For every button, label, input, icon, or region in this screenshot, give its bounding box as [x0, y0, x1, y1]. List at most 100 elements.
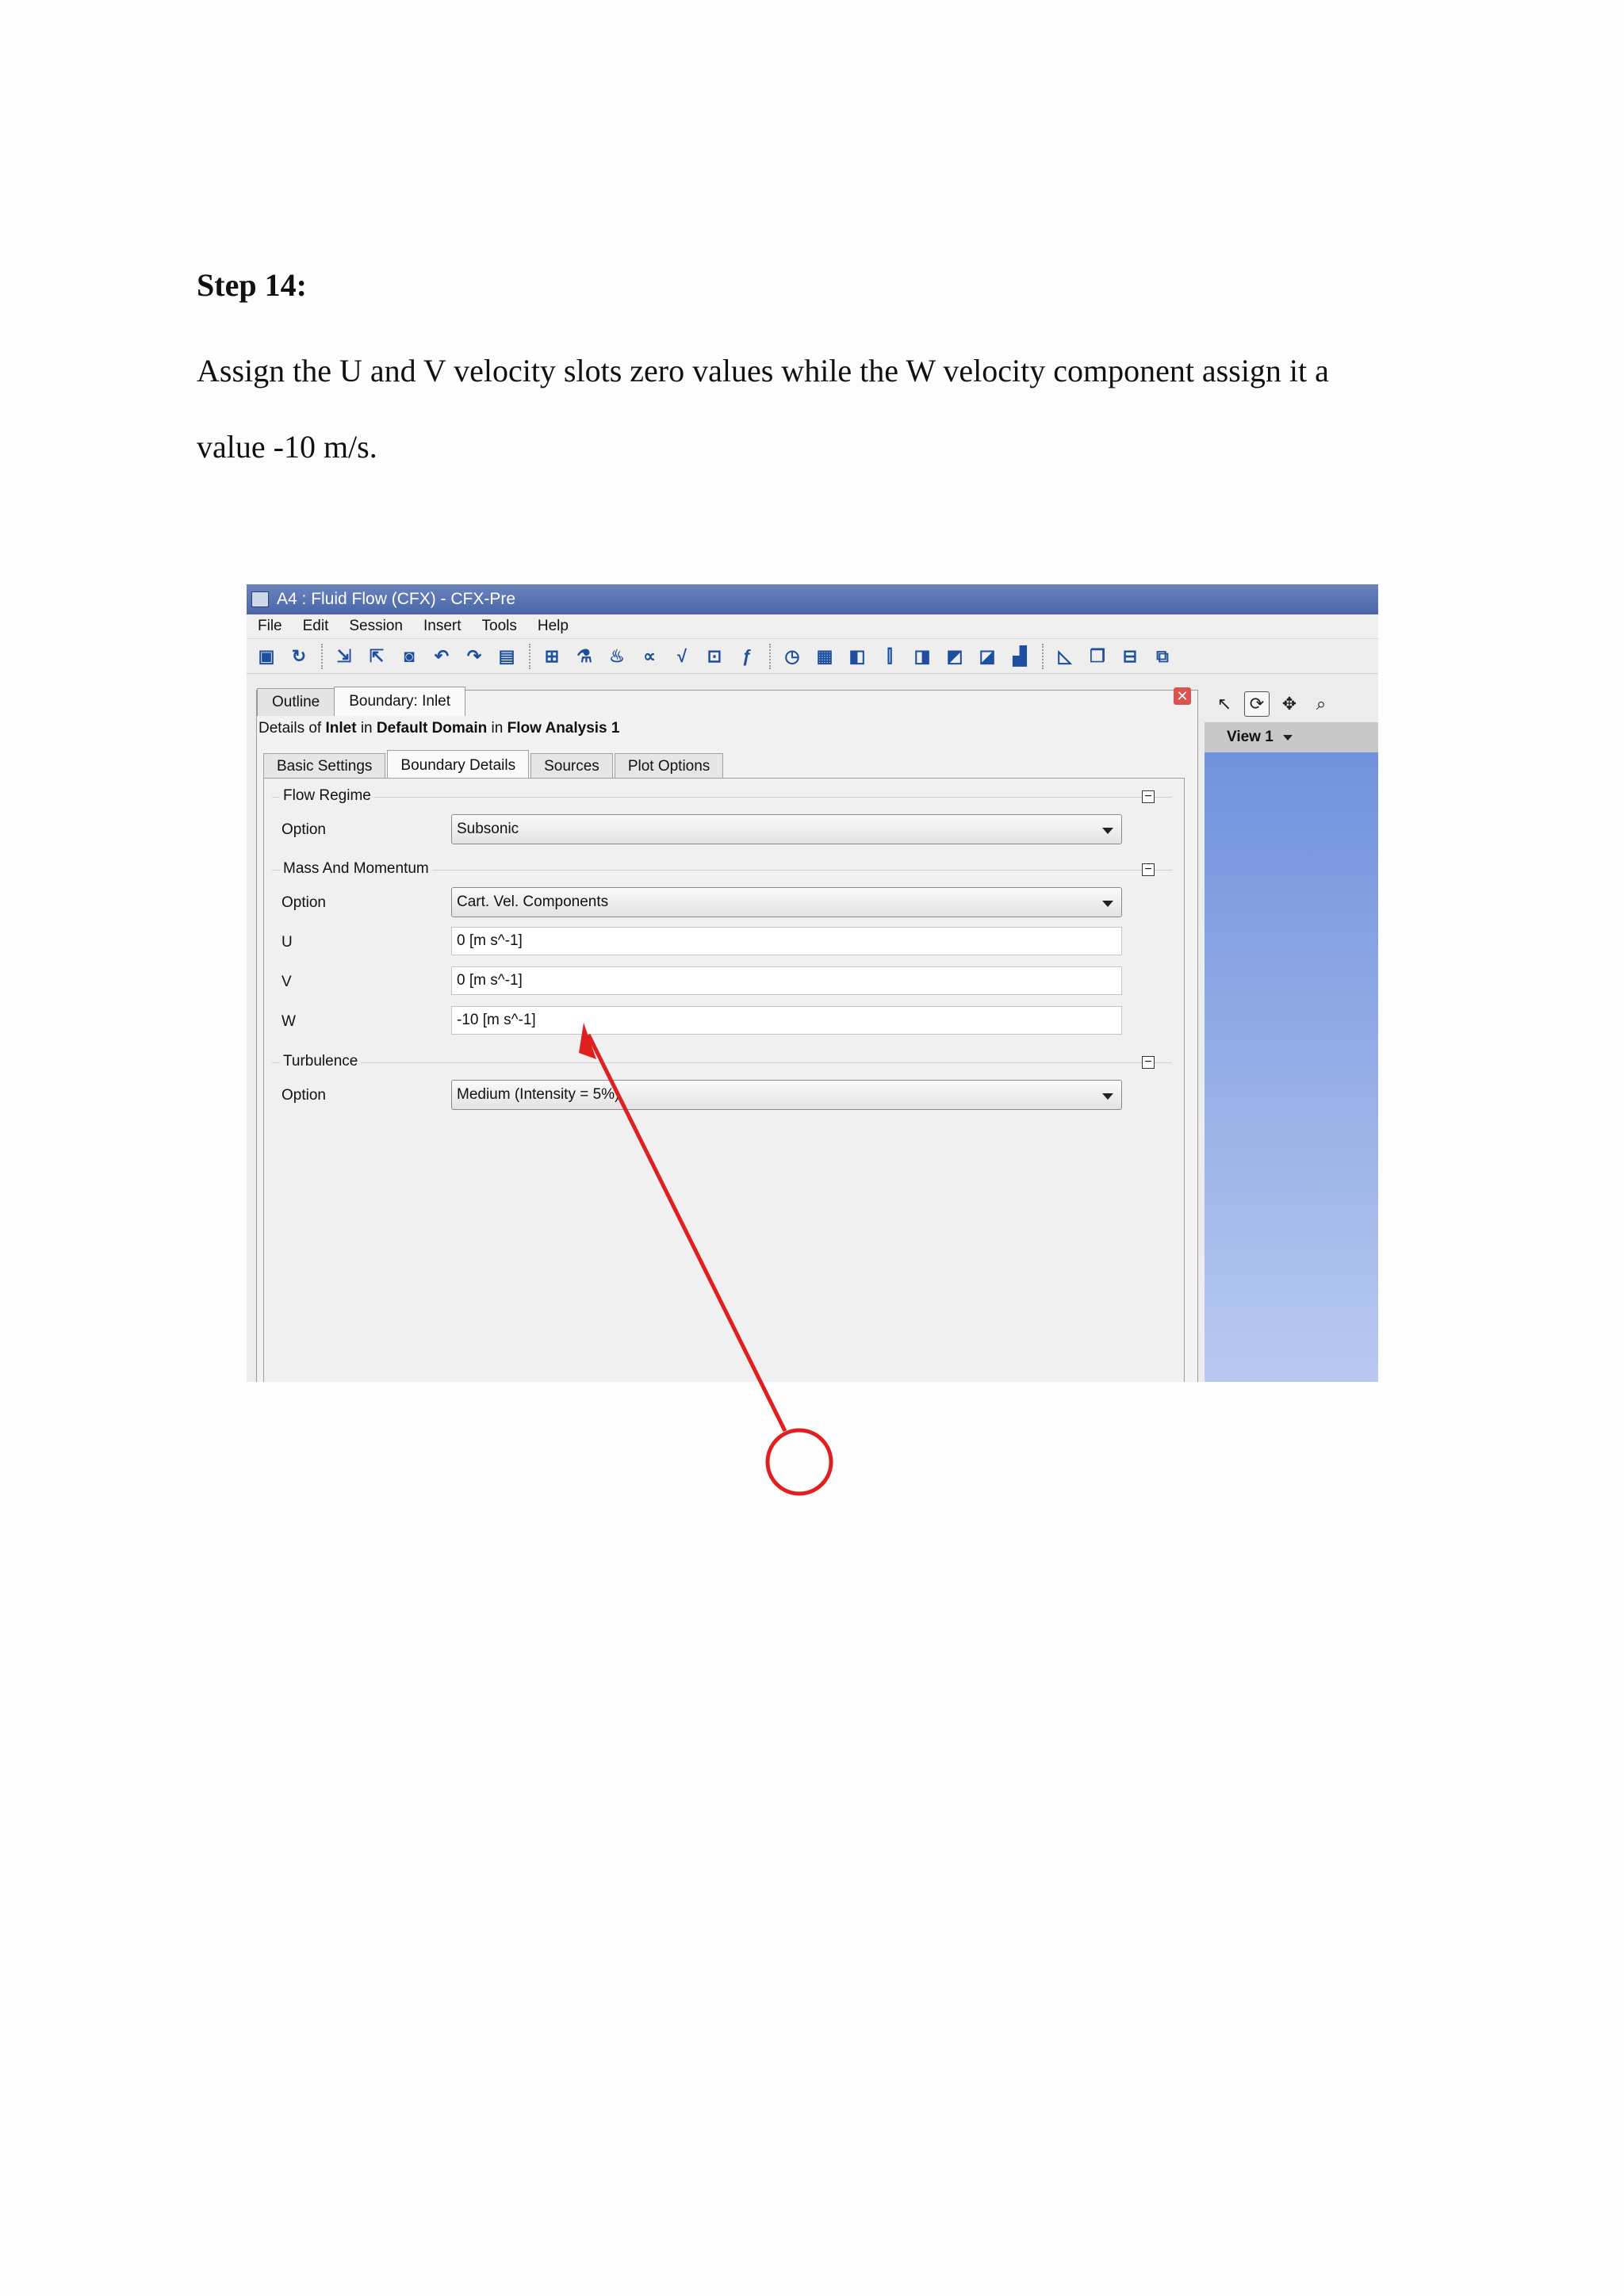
window-icon[interactable]: ❐ — [1086, 645, 1109, 668]
details-domain: Default Domain — [376, 720, 488, 737]
mass-momentum-group: Mass And Momentum − Option Cart. Vel. Co… — [272, 860, 1172, 1037]
turbulence-option-value: Medium (Intensity = 5%) — [457, 1086, 620, 1103]
v-velocity-label: V — [282, 974, 292, 990]
v-velocity-field[interactable]: 0 [m s^-1] — [451, 966, 1122, 995]
box3-icon[interactable]: ◩ — [943, 645, 967, 668]
undo-icon[interactable]: ↶ — [430, 645, 454, 668]
box4-icon[interactable]: ◪ — [975, 645, 999, 668]
turbulence-title: Turbulence — [280, 1053, 362, 1070]
viewer-header[interactable]: View 1 — [1205, 722, 1378, 752]
main-toolbar: ▣ ↻ ⇲ ⇱ ◙ ↶ ↷ ▤ ⊞ ⚗ ♨ ∝ √ ⊡ ƒ ◷ ▦ ◧ ⫿ ◨ … — [247, 639, 1378, 674]
rotate-icon[interactable]: ⟳ — [1244, 691, 1270, 717]
toolbar-separator — [529, 643, 532, 669]
sub-icon[interactable]: ⊡ — [703, 645, 726, 668]
u-velocity-label: U — [282, 934, 293, 951]
mass-momentum-option-value: Cart. Vel. Components — [457, 894, 609, 910]
document-paragraph: Assign the U and V velocity slots zero v… — [197, 333, 1431, 485]
fx-icon[interactable]: ƒ — [735, 645, 759, 668]
viewer-title: View 1 — [1227, 729, 1274, 745]
window-titlebar: A4 : Fluid Flow (CFX) - CFX-Pre — [247, 584, 1378, 614]
collapse-icon[interactable]: − — [1142, 790, 1155, 803]
pan-icon[interactable]: ✥ — [1277, 692, 1301, 716]
turbulence-option-row: Option Medium (Intensity = 5%) — [277, 1080, 1149, 1110]
window-title: A4 : Fluid Flow (CFX) - CFX-Pre — [277, 590, 516, 608]
open-icon[interactable]: ▤ — [495, 645, 519, 668]
u-velocity-row: U 0 [m s^-1] — [277, 927, 1149, 957]
app-icon — [251, 591, 269, 607]
menu-session[interactable]: Session — [349, 618, 403, 635]
function-icon[interactable]: √ — [670, 645, 694, 668]
expression-icon[interactable]: ∝ — [638, 645, 661, 668]
zoom-icon[interactable]: ⌕ — [1309, 692, 1333, 716]
select-pointer-icon[interactable]: ↖ — [1212, 692, 1236, 716]
turbulence-option-select[interactable]: Medium (Intensity = 5%) — [451, 1080, 1122, 1110]
column-icon[interactable]: ⫿ — [878, 645, 902, 668]
details-caption: Details of Inlet in Default Domain in Fl… — [259, 720, 619, 737]
v-velocity-row: V 0 [m s^-1] — [277, 966, 1149, 997]
paragraph-line-1: Assign the U and V velocity slots zero v… — [197, 353, 1329, 388]
tab-boundary-inlet[interactable]: Boundary: Inlet — [334, 687, 466, 716]
chevron-down-icon — [1102, 901, 1113, 907]
details-in: in — [487, 720, 508, 737]
camera-icon[interactable]: ◙ — [397, 645, 421, 668]
menu-edit[interactable]: Edit — [303, 618, 329, 635]
solver-icon[interactable]: ▦ — [813, 645, 837, 668]
collapse-icon[interactable]: − — [1142, 1056, 1155, 1069]
flask-icon[interactable]: ⚗ — [573, 645, 596, 668]
flow-regime-option-row: Option Subsonic — [277, 814, 1149, 844]
menu-file[interactable]: File — [258, 618, 282, 635]
mass-momentum-option-select[interactable]: Cart. Vel. Components — [451, 887, 1122, 917]
chevron-down-icon — [1102, 828, 1113, 834]
panel-tabs: Outline Boundary: Inlet — [257, 687, 466, 716]
mass-momentum-option-row: Option Cart. Vel. Components — [277, 887, 1149, 917]
menu-help[interactable]: Help — [538, 618, 569, 635]
mass-momentum-option-label: Option — [282, 894, 326, 911]
redo-icon[interactable]: ↷ — [462, 645, 486, 668]
flow-regime-option-label: Option — [282, 821, 326, 838]
details-in: in — [356, 720, 377, 737]
annotation-circle — [765, 1428, 833, 1496]
menu-bar: File Edit Session Insert Tools Help — [247, 614, 1378, 639]
close-icon[interactable]: ✕ — [1174, 687, 1191, 705]
details-prefix: Details of — [259, 720, 326, 737]
flow-regime-group: Flow Regime − Option Subsonic — [272, 787, 1172, 853]
chevron-down-icon — [1282, 734, 1293, 740]
clock-icon[interactable]: ◷ — [780, 645, 804, 668]
tab-boundary-details[interactable]: Boundary Details — [387, 750, 530, 780]
menu-tools[interactable]: Tools — [482, 618, 517, 635]
details-analysis: Flow Analysis 1 — [507, 720, 620, 737]
w-velocity-label: W — [282, 1013, 296, 1030]
u-velocity-field[interactable]: 0 [m s^-1] — [451, 927, 1122, 955]
tab-plot-options[interactable]: Plot Options — [614, 753, 724, 779]
flame-icon[interactable]: ♨ — [605, 645, 629, 668]
box-icon[interactable]: ◧ — [845, 645, 869, 668]
import-icon[interactable]: ⇲ — [332, 645, 356, 668]
3d-viewer[interactable]: View 1 — [1205, 722, 1378, 1382]
export-icon[interactable]: ⇱ — [365, 645, 389, 668]
chart-icon[interactable]: ▟ — [1008, 645, 1032, 668]
tab-outline[interactable]: Outline — [257, 688, 335, 716]
flow-regime-option-select[interactable]: Subsonic — [451, 814, 1122, 844]
plot-icon[interactable]: ◺ — [1053, 645, 1077, 668]
details-panel: Outline Boundary: Inlet ✕ Details of Inl… — [256, 687, 1198, 1382]
collapse-icon[interactable]: − — [1142, 863, 1155, 876]
document-heading: Step 14: — [197, 267, 307, 303]
cfx-pre-screenshot: A4 : Fluid Flow (CFX) - CFX-Pre File Edi… — [247, 584, 1378, 1382]
tab-basic-settings[interactable]: Basic Settings — [263, 753, 386, 779]
save-icon[interactable]: ▣ — [255, 645, 278, 668]
copy-icon[interactable]: ⧉ — [1151, 645, 1174, 668]
details-object: Inlet — [325, 720, 357, 737]
w-velocity-field[interactable]: -10 [m s^-1] — [451, 1006, 1122, 1035]
box2-icon[interactable]: ◨ — [910, 645, 934, 668]
refresh-icon[interactable]: ↻ — [287, 645, 311, 668]
mesh-icon[interactable]: ⊞ — [540, 645, 564, 668]
boundary-details-form: Flow Regime − Option Subsonic Mass And M… — [263, 778, 1185, 1382]
paragraph-line-2: value -10 m/s. — [197, 429, 377, 465]
flow-regime-option-value: Subsonic — [457, 821, 519, 837]
menu-insert[interactable]: Insert — [423, 618, 462, 635]
flow-regime-title: Flow Regime — [280, 787, 374, 805]
boundary-tabs: Basic Settings Boundary Details Sources … — [263, 750, 725, 780]
tab-sources[interactable]: Sources — [530, 753, 613, 779]
chevron-down-icon — [1102, 1093, 1113, 1100]
tile-icon[interactable]: ⊟ — [1118, 645, 1142, 668]
